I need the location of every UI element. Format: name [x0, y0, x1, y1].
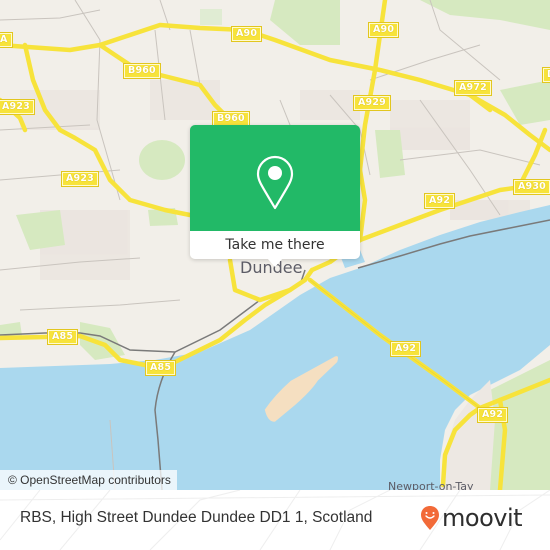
road-label-a92: A92 — [423, 193, 456, 209]
popup-pointer — [267, 258, 283, 267]
road-label-b960: B960 — [212, 111, 250, 127]
footer-bar: RBS, High Street Dundee Dundee DD1 1, Sc… — [0, 490, 550, 550]
moovit-pin-smile-icon — [421, 506, 439, 530]
road-label-a972: A972 — [454, 80, 492, 96]
road-label-a92: A92 — [389, 341, 422, 357]
road-label-a85: A85 — [144, 360, 177, 376]
road-label-a90: A90 — [367, 22, 400, 38]
road-label-b960: B960 — [123, 63, 161, 79]
place-label-newport-on-tay: Newport-on-Tay — [388, 480, 474, 490]
map-view[interactable]: A90 A90 B960 B960 A923 A923 A929 A972 A9… — [0, 0, 550, 490]
take-me-there-button[interactable]: Take me there — [190, 231, 360, 259]
road-label-a923: A923 — [0, 99, 35, 115]
map-pin-icon — [256, 155, 294, 210]
road-label-a92: A92 — [476, 407, 509, 423]
road-label-a85: A85 — [46, 329, 79, 345]
road-label-a930: A930 — [513, 179, 550, 195]
road-label-a923: A923 — [61, 171, 99, 187]
moovit-logo[interactable]: moovit — [420, 503, 523, 533]
road-label-partial: D — [541, 67, 550, 83]
road-label-a90: A90 — [230, 26, 263, 42]
moovit-wordmark: moovit — [442, 504, 523, 532]
road-label-a929: A929 — [353, 95, 391, 111]
map-attribution[interactable]: © OpenStreetMap contributors — [0, 470, 177, 490]
popup-header — [190, 125, 360, 231]
road-label-partial: A — [0, 32, 13, 48]
location-popup: Take me there — [190, 125, 360, 267]
address-text: RBS, High Street Dundee Dundee DD1 1, Sc… — [20, 509, 373, 526]
